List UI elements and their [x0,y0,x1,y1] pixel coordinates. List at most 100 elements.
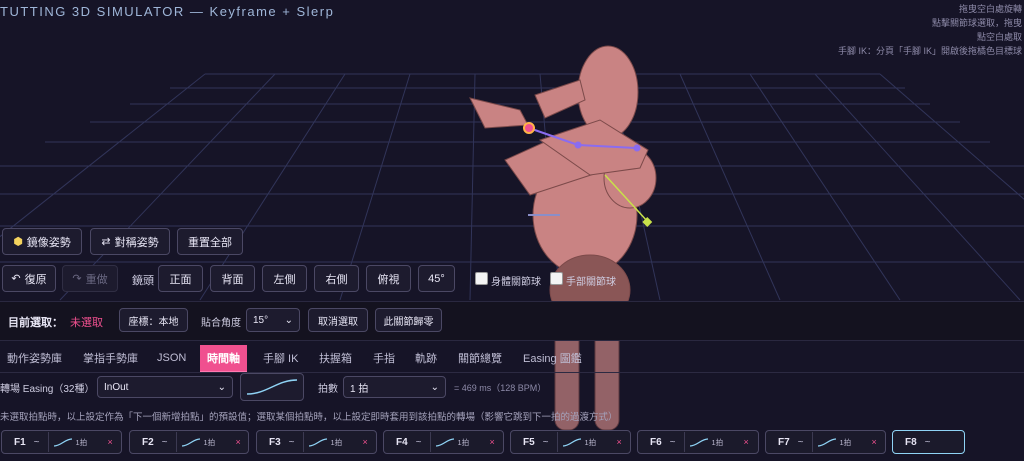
reset-all-button[interactable]: 重置全部 [177,228,243,255]
keyframe-easing-curve: 1拍 [811,432,864,452]
view-back-button[interactable]: 背面 [210,265,255,292]
keyframe-beats: 1拍 [711,437,724,447]
keyframe-easing-tilde: ~ [924,436,931,448]
easing-select[interactable]: InOut ⌄ [97,376,233,398]
easing-curve-icon [246,379,298,395]
keyframe-name: F5 [523,436,535,448]
easing-curve-icon [562,438,581,447]
view-45-button[interactable]: 45° [418,265,455,292]
keyframe-easing-curve: 1拍 [429,432,482,452]
timeline-note: 未選取拍點時，以上設定作為「下一個新增拍點」的預設值；選取某個拍點時，以上設定即… [0,412,618,423]
snap-angle-label: 貼合角度 [201,318,241,329]
delete-keyframe-button[interactable]: × [617,437,622,447]
symmetric-icon: ⇄ [101,236,111,248]
tab-json[interactable]: JSON [150,345,193,371]
tab-easing-gallery[interactable]: Easing 圖鑑 [516,345,589,371]
keyframe-chip[interactable]: F2 ~ 1拍 × [129,430,249,454]
tab-joint-overview[interactable]: 關節總覽 [451,345,509,371]
chevron-down-icon: ⌄ [430,381,439,393]
mannequin-right-hand [534,79,586,119]
keyframe-chip[interactable]: F3 ~ 1拍 × [256,430,377,454]
delete-keyframe-button[interactable]: × [363,437,368,447]
symmetric-pose-button[interactable]: ⇄ 對稱姿勢 [90,228,170,255]
keyframe-beats: 1拍 [839,437,852,447]
tab-trajectory[interactable]: 軌跡 [408,345,444,371]
tab-limb-ik[interactable]: 手腳 IK [256,345,305,371]
keyframe-chip[interactable]: F4 ~ 1拍 × [383,430,504,454]
hint-line: 手腳 IK：分頁「手腳 IK」開啟後拖橘色目標球 [837,46,1022,56]
duration-text: = 469 ms（128 BPM） [454,383,547,393]
easing-value: InOut [104,381,129,393]
body-joints-label: 身體關節球 [491,277,541,288]
mirror-icon: ⬢ [13,236,23,248]
tab-timeline[interactable]: 時間軸 [200,345,247,373]
keyframe-name: F6 [650,436,662,448]
current-selection-value: 未選取 [70,317,103,329]
keyframe-name: F7 [778,436,790,448]
delete-keyframe-button[interactable]: × [236,437,241,447]
snap-angle-select[interactable]: 15° ⌄ [246,308,300,332]
keyframe-chip-current[interactable]: F8 ~ [892,430,965,454]
joint-ball [633,144,641,152]
hint-line: 點擊關節球選取，拖曳 [931,18,1022,28]
mirror-pose-label: 鏡像姿勢 [26,236,71,249]
selection-panel: 目前選取： 未選取 座標：本地 貼合角度 15° ⌄ 取消選取 此關節歸零 [0,301,1024,341]
beats-select[interactable]: 1 拍 ⌄ [343,376,446,398]
chevron-down-icon: ⌄ [284,314,293,326]
mannequin-left-hand [469,97,529,129]
zero-joint-button[interactable]: 此關節歸零 [375,308,442,332]
keyframe-chip[interactable]: F7 ~ 1拍 × [765,430,886,454]
keyframe-chip[interactable]: F5 ~ 1拍 × [510,430,631,454]
help-hints: 拖曳空白處旋轉 點擊關節球選取，拖曳 點空白處取 手腳 IK：分頁「手腳 IK」… [838,2,1022,58]
keyframe-name: F8 [905,436,917,448]
keyframe-easing-tilde: ~ [33,436,40,448]
selected-joint-ball [523,122,535,134]
view-right-button[interactable]: 右側 [314,265,359,292]
tab-hand-gesture-library[interactable]: 掌指手勢庫 [76,345,145,371]
redo-button[interactable]: ↷ 重做 [62,265,118,292]
view-top-button[interactable]: 俯視 [366,265,411,292]
tab-grip-box[interactable]: 扶握箱 [312,345,359,371]
easing-curve-preview [240,373,304,401]
chevron-down-icon: ⌄ [217,381,226,393]
delete-keyframe-button[interactable]: × [872,437,877,447]
deselect-button[interactable]: 取消選取 [308,308,368,332]
keyframe-easing-tilde: ~ [797,436,804,448]
hand-joints-label: 手部關節球 [566,277,616,288]
undo-button[interactable]: ↶ 復原 [2,265,56,292]
keyframe-name: F2 [142,436,154,448]
keyframe-beats: 1拍 [75,437,88,447]
easing-curve-icon [435,438,454,447]
delete-keyframe-button[interactable]: × [744,437,749,447]
easing-curve-icon [817,438,836,447]
easing-curve-icon [689,438,708,447]
tab-fingers[interactable]: 手指 [366,345,402,371]
mirror-pose-button[interactable]: ⬢ 鏡像姿勢 [2,228,82,255]
hint-line: 拖曳空白處旋轉 [958,4,1022,14]
hand-joints-checkbox[interactable] [550,272,563,285]
view-front-button[interactable]: 正面 [158,265,203,292]
easing-curve-icon [181,438,200,447]
keyframe-name: F4 [396,436,408,448]
keyframe-easing-curve: 1拍 [556,432,609,452]
camera-label: 鏡頭 [132,275,154,287]
delete-keyframe-button[interactable]: × [108,437,113,447]
easing-curve-icon [308,438,327,447]
tab-divider [0,372,1024,373]
keyframe-easing-curve: 1拍 [47,432,100,452]
coord-mode-button[interactable]: 座標：本地 [119,308,188,332]
keyframe-easing-tilde: ~ [288,436,295,448]
tab-pose-library[interactable]: 動作姿勢庫 [0,345,69,371]
keyframe-beats: 1拍 [584,437,597,447]
view-left-button[interactable]: 左側 [262,265,307,292]
delete-keyframe-button[interactable]: × [490,437,495,447]
symmetric-pose-label: 對稱姿勢 [114,236,159,249]
panel-tabs: 動作姿勢庫 掌指手勢庫 JSON 時間軸 手腳 IK 扶握箱 手指 軌跡 關節總… [0,343,1024,373]
keyframe-chip[interactable]: F6 ~ 1拍 × [637,430,759,454]
keyframe-chip[interactable]: F1 ~ 1拍 × [1,430,122,454]
body-joints-checkbox[interactable] [475,272,488,285]
redo-icon: ↷ [72,273,82,285]
keyframe-beats: 1拍 [457,437,470,447]
easing-curve-icon [53,438,72,447]
snap-angle-value: 15° [253,314,269,326]
